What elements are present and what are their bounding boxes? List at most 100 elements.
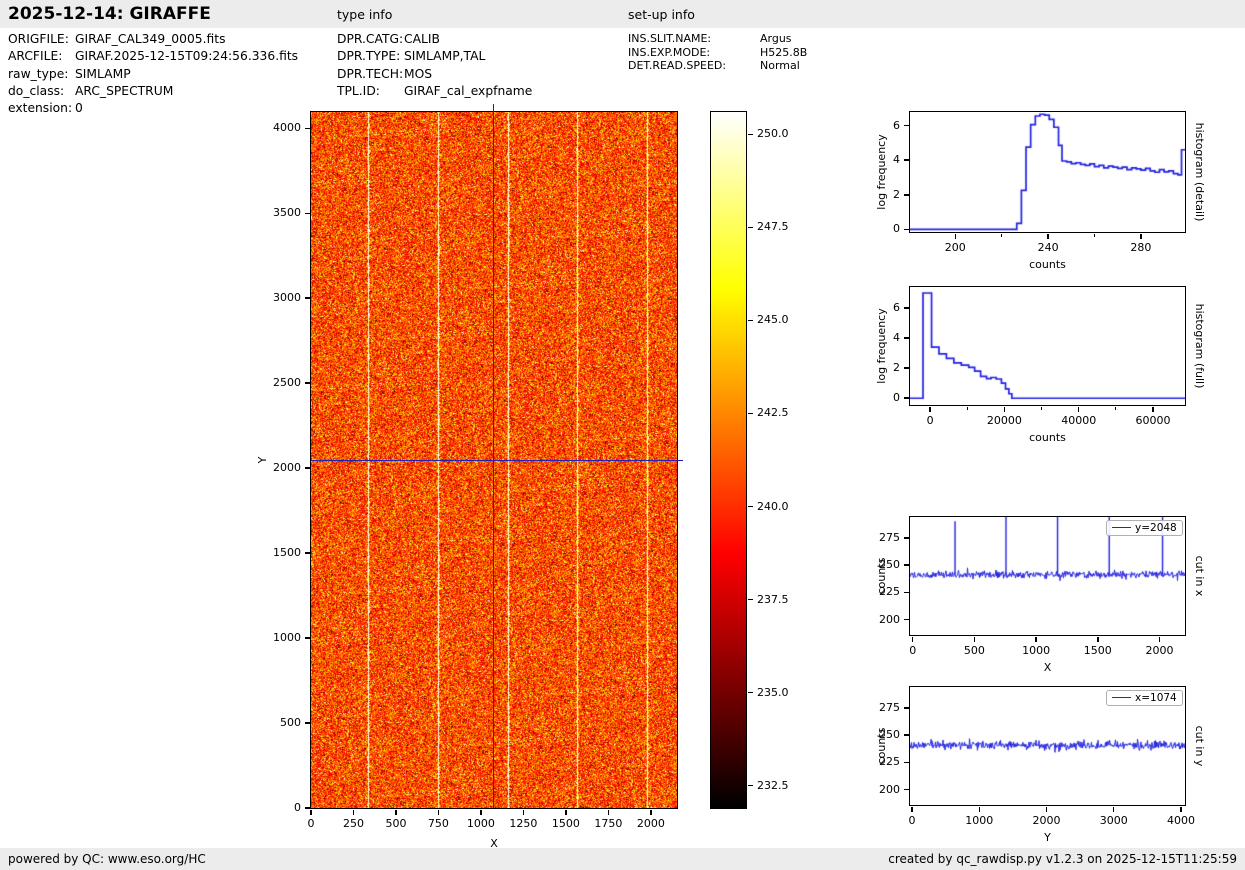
y-tick-label: 4000: [234, 120, 301, 136]
x-tick-label: 200: [925, 240, 985, 256]
x-tick-label: 2000: [621, 816, 681, 832]
field-label: DPR.TYPE:: [337, 48, 404, 65]
y-tick-label: 200: [833, 612, 900, 628]
field-label: ARCFILE:: [8, 48, 75, 65]
setup-info-row: INS.EXP.MODE: H525.8B: [628, 46, 807, 60]
field-value: ARC_SPECTRUM: [75, 83, 173, 100]
field-label: DPR.TECH:: [337, 66, 404, 83]
x-tick-mark: [1046, 807, 1048, 812]
x-tick-mark: [1180, 807, 1182, 812]
field-value: GIRAF.2025-12-15T09:24:56.336.fits: [75, 48, 298, 65]
y-tick-mark: [305, 722, 310, 724]
x-tick-label: 20000: [974, 413, 1034, 429]
legend-line-sample: [1112, 527, 1131, 528]
x-tick-label: 500: [944, 643, 1004, 659]
field-label: ORIGFILE:: [8, 31, 75, 48]
field-value: CALIB: [404, 31, 440, 48]
legend-line-sample: [1112, 697, 1131, 698]
x-tick-label: 3000: [1084, 813, 1144, 829]
crosshair-vertical-line: [493, 104, 494, 808]
y-tick-mark: [904, 762, 909, 764]
x-tick-label: 0: [883, 643, 943, 659]
right-axis-label: cut in x: [1191, 556, 1207, 597]
x-tick-mark: [1140, 234, 1142, 239]
x-tick-mark: [438, 810, 440, 815]
x-tick-mark: [565, 810, 567, 815]
type-info-row: TPL.ID: GIRAF_cal_expfname: [337, 83, 532, 100]
field-value: GIRAF_cal_expfname: [404, 83, 532, 100]
type-info-block: DPR.CATG: CALIB DPR.TYPE: SIMLAMP,TAL DP…: [337, 31, 532, 100]
field-label: TPL.ID:: [337, 83, 404, 100]
y-tick-mark: [305, 213, 310, 215]
x-minor-tick-mark: [967, 407, 968, 410]
y-tick-label: 275: [833, 530, 900, 546]
y-tick-label: 6: [833, 118, 900, 134]
x-tick-label: 60000: [1123, 413, 1183, 429]
field-value: SIMLAMP: [75, 66, 131, 83]
colorbar-tick-label: 235.0: [757, 685, 803, 701]
x-tick-label: 40000: [1049, 413, 1109, 429]
footer-right-text: created by qc_rawdisp.py v1.2.3 on 2025-…: [888, 852, 1237, 866]
field-value: GIRAF_CAL349_0005.fits: [75, 31, 225, 48]
colorbar-tick-label: 242.5: [757, 405, 803, 421]
x-tick-mark: [1047, 234, 1049, 239]
legend: y=2048: [1106, 520, 1183, 536]
x-tick-label: 2000: [1129, 643, 1189, 659]
y-axis-label: log frequency: [874, 308, 890, 383]
field-label: INS.SLIT.NAME:: [628, 32, 760, 46]
colorbar-frame: [710, 111, 747, 809]
field-label: raw_type:: [8, 66, 75, 83]
colorbar-tick-label: 245.0: [757, 312, 803, 328]
field-value: H525.8B: [760, 46, 807, 60]
y-axis-label: counts: [874, 558, 890, 595]
field-label: extension:: [8, 100, 75, 117]
colorbar-tick-mark: [748, 506, 753, 508]
page-title: 2025-12-14: GIRAFFE: [8, 0, 211, 28]
y-tick-label: 500: [234, 715, 301, 731]
x-tick-mark: [310, 810, 312, 815]
y-tick-mark: [904, 592, 909, 594]
x-tick-mark: [353, 810, 355, 815]
setup-info-block: INS.SLIT.NAME: Argus INS.EXP.MODE: H525.…: [628, 32, 807, 73]
y-tick-mark: [305, 128, 310, 130]
y-tick-mark: [904, 619, 909, 621]
colorbar-tick-label: 240.0: [757, 499, 803, 515]
x-tick-mark: [974, 637, 976, 642]
x-tick-mark: [608, 810, 610, 815]
legend-label: y=2048: [1135, 522, 1177, 534]
x-axis-label: X: [988, 660, 1108, 676]
type-info-row: DPR.TECH: MOS: [337, 66, 532, 83]
y-tick-mark: [305, 382, 310, 384]
hist-detail-canvas: [910, 112, 1185, 232]
colorbar-tick-mark: [748, 227, 753, 229]
x-axis-label: counts: [988, 257, 1108, 273]
x-tick-label: 1000: [1006, 643, 1066, 659]
header-bar: 2025-12-14: GIRAFFE type info set-up inf…: [0, 0, 1245, 28]
field-value: SIMLAMP,TAL: [404, 48, 485, 65]
y-tick-mark: [904, 229, 909, 231]
y-tick-mark: [904, 734, 909, 736]
field-value: Argus: [760, 32, 792, 46]
file-info-block: ORIGFILE: GIRAF_CAL349_0005.fits ARCFILE…: [8, 31, 298, 117]
x-tick-label: 0: [900, 413, 960, 429]
footer-bar: powered by QC: www.eso.org/HC created by…: [0, 848, 1245, 870]
colorbar-tick-mark: [748, 692, 753, 694]
y-tick-mark: [305, 807, 310, 809]
field-value: Normal: [760, 59, 800, 73]
colorbar-tick-mark: [748, 413, 753, 415]
y-tick-label: 3500: [234, 205, 301, 221]
setup-info-row: DET.READ.SPEED: Normal: [628, 59, 807, 73]
setup-info-heading: set-up info: [628, 0, 695, 28]
y-axis-label: counts: [874, 728, 890, 765]
x-tick-mark: [912, 637, 914, 642]
x-minor-tick-mark: [1001, 234, 1002, 237]
y-tick-label: 3000: [234, 290, 301, 306]
colorbar-tick-label: 237.5: [757, 592, 803, 608]
y-tick-label: 1000: [234, 630, 301, 646]
x-tick-mark: [1152, 407, 1154, 412]
y-tick-mark: [904, 397, 909, 399]
y-tick-mark: [305, 297, 310, 299]
colorbar-tick-label: 250.0: [757, 126, 803, 142]
x-tick-label: 0: [882, 813, 942, 829]
colorbar-tick-label: 247.5: [757, 219, 803, 235]
